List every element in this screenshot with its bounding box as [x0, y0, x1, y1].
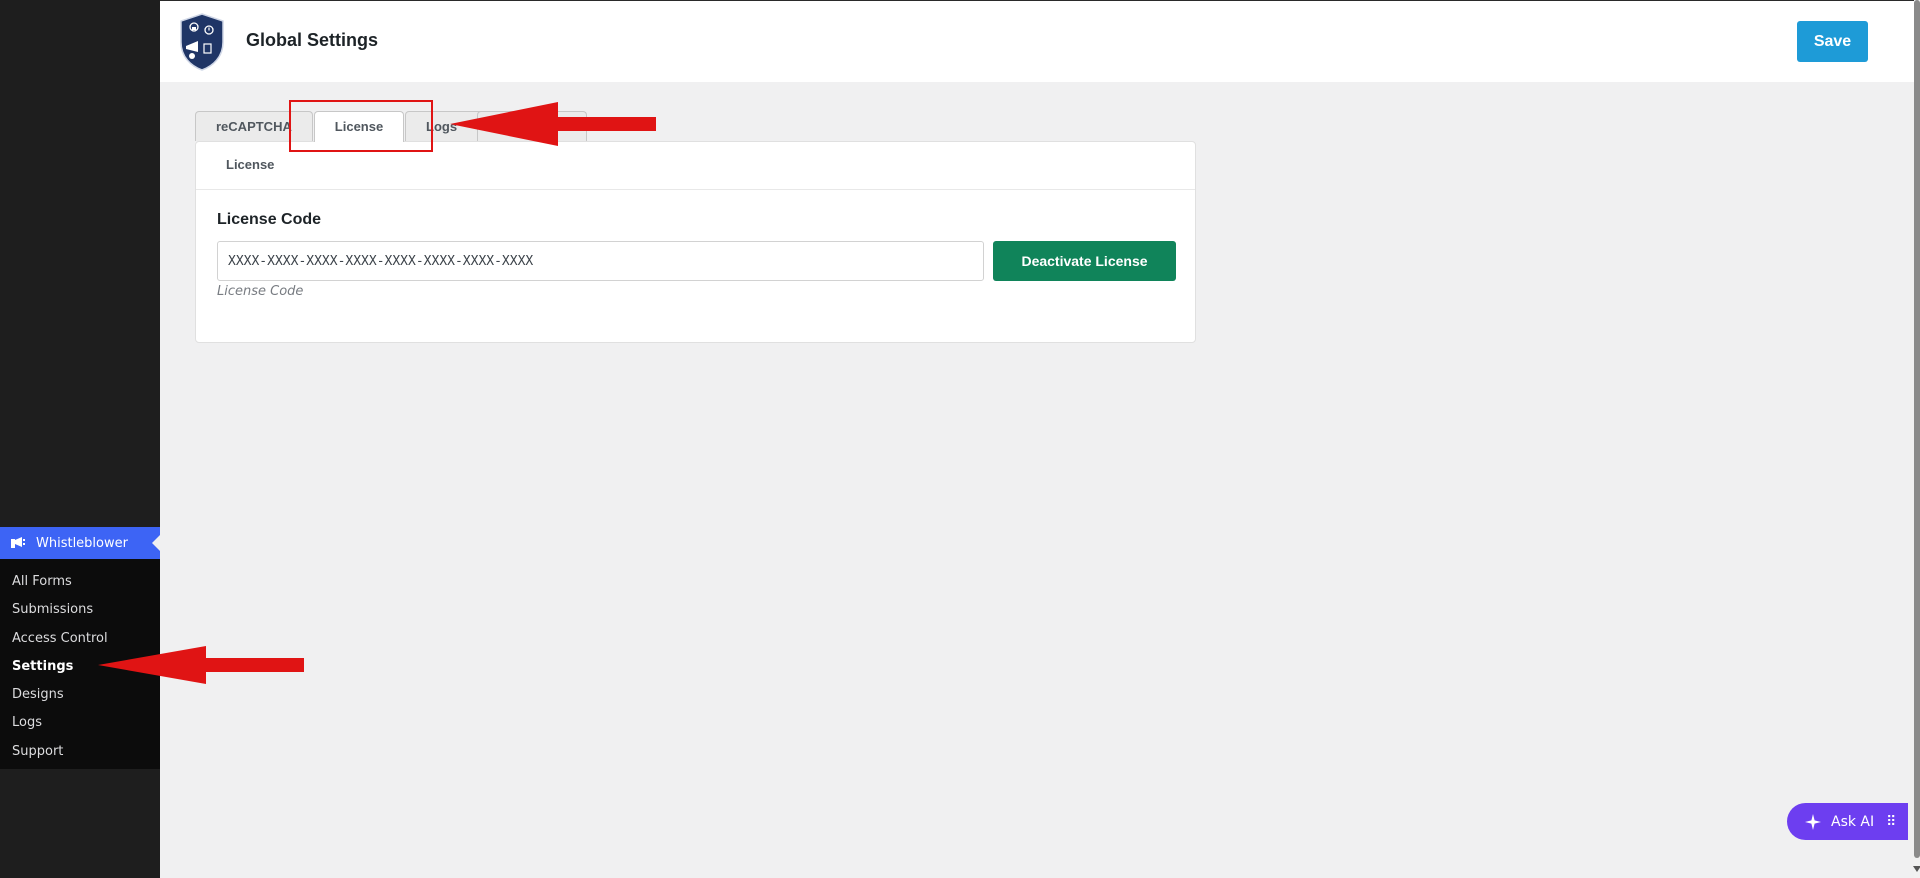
- page-scrollbar[interactable]: [1913, 0, 1920, 878]
- ask-ai-label: Ask AI: [1831, 813, 1875, 830]
- admin-sidebar: Whistleblower All Forms Submissions Acce…: [0, 0, 160, 878]
- license-card: License License Code Deactivate License …: [195, 141, 1196, 343]
- ask-ai-button[interactable]: Ask AI ⠿: [1787, 803, 1908, 840]
- page-header: Global Settings Save: [160, 0, 1914, 82]
- sidebar-item-submissions[interactable]: Submissions: [0, 596, 160, 624]
- annotation-arrow-tabs-icon: [450, 102, 656, 146]
- drag-grip-icon[interactable]: ⠿: [1886, 814, 1896, 830]
- license-card-heading: License: [196, 142, 1195, 190]
- current-menu-pointer: [152, 535, 160, 551]
- shield-logo-icon: [180, 13, 224, 71]
- deactivate-license-button[interactable]: Deactivate License: [993, 241, 1176, 281]
- sidebar-item-all-forms[interactable]: All Forms: [0, 568, 160, 596]
- sidebar-item-designs[interactable]: Designs: [0, 681, 160, 709]
- sidebar-menu-label: Whistleblower: [36, 535, 128, 551]
- tab-license[interactable]: License: [314, 111, 404, 142]
- scrollbar-thumb[interactable]: [1914, 0, 1920, 858]
- license-code-hint: License Code: [217, 284, 304, 299]
- tab-recaptcha[interactable]: reCAPTCHA: [195, 111, 313, 141]
- megaphone-icon: [11, 537, 25, 548]
- save-button[interactable]: Save: [1797, 21, 1868, 62]
- license-code-input[interactable]: [217, 241, 984, 281]
- sidebar-menu-whistleblower[interactable]: Whistleblower: [0, 527, 160, 559]
- sidebar-item-logs[interactable]: Logs: [0, 709, 160, 737]
- page-title: Global Settings: [246, 30, 379, 50]
- license-code-label: License Code: [217, 211, 322, 228]
- sparkle-icon: [1805, 813, 1821, 830]
- sidebar-item-support[interactable]: Support: [0, 738, 160, 766]
- scroll-down-arrow-icon[interactable]: [1913, 866, 1920, 872]
- annotation-arrow-settings-icon: [98, 646, 304, 684]
